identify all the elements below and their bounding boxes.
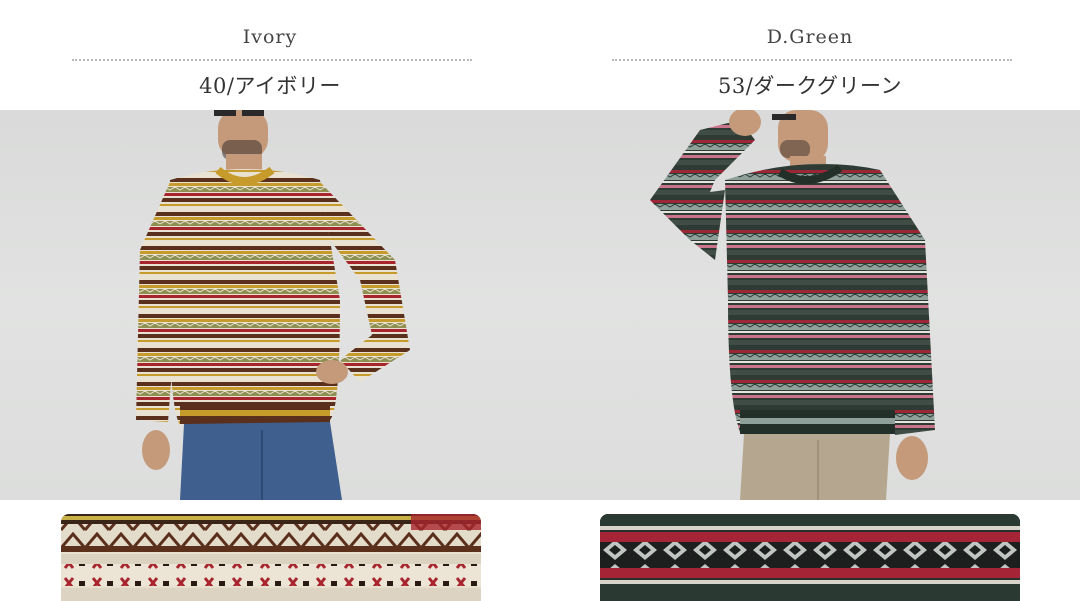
color-code-label: 40/アイボリー — [199, 74, 341, 98]
color-name-label: D.Green — [766, 26, 854, 48]
variant-dgreen: D.Green 53/ダークグリーン — [540, 0, 1080, 601]
variant-ivory: Ivory 40/アイボリー — [0, 0, 540, 601]
color-code-label: 53/ダークグリーン — [718, 74, 902, 98]
knit-detail-swatch-dgreen — [600, 514, 1020, 601]
model-photo-ivory — [0, 110, 540, 500]
model-photo-dgreen — [540, 110, 1080, 500]
dotted-divider — [72, 59, 472, 61]
dotted-divider — [612, 59, 1012, 61]
knit-detail-swatch-ivory — [61, 514, 481, 601]
color-name-label: Ivory — [242, 26, 298, 48]
